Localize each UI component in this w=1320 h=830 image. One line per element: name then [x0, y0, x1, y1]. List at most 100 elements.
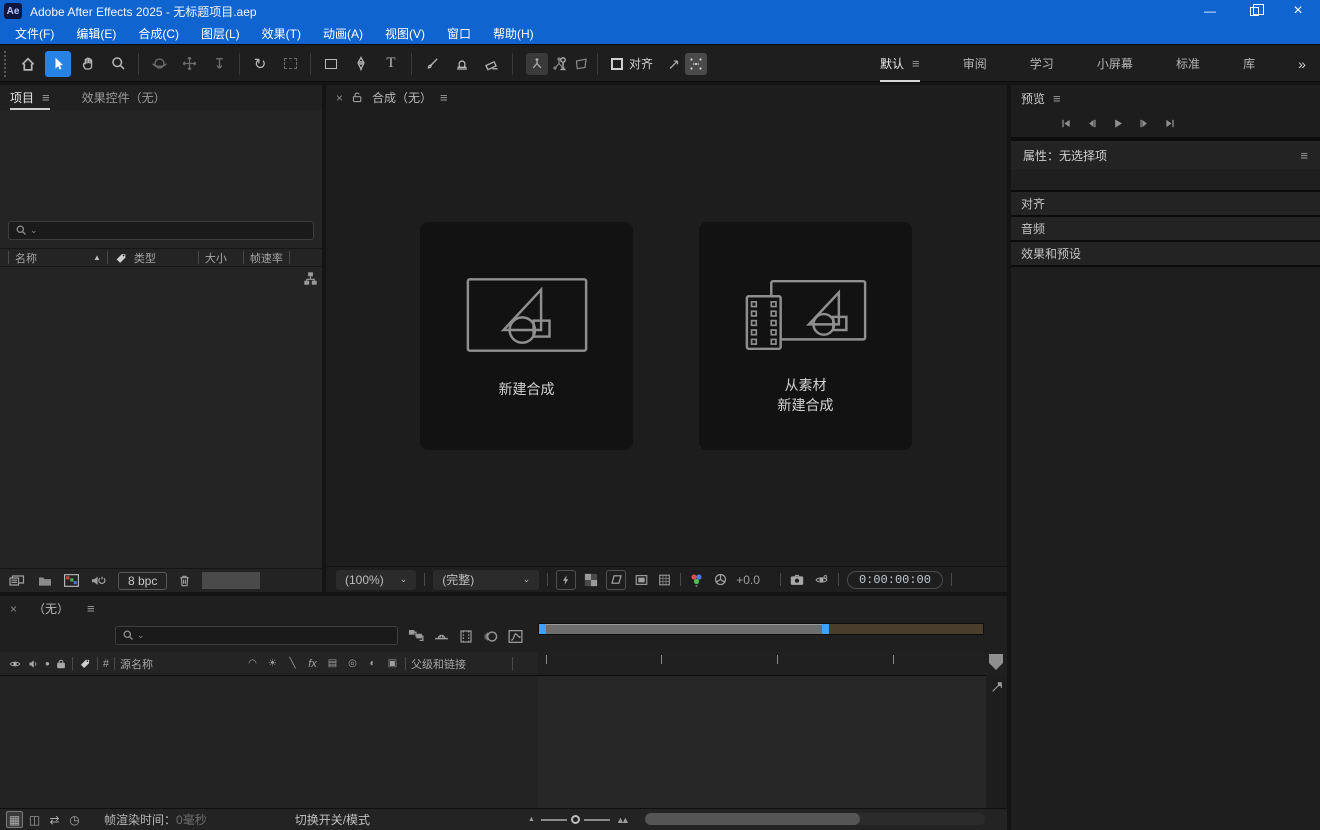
- rotation-tool[interactable]: ↻: [247, 51, 273, 77]
- timeline-search[interactable]: ⌄: [115, 626, 398, 645]
- motion-blur-icon[interactable]: [482, 628, 499, 645]
- play-button[interactable]: [1107, 115, 1129, 133]
- tab-composition[interactable]: 合成（无）: [372, 89, 432, 106]
- zoom-tool[interactable]: [105, 51, 131, 77]
- timeline-track-area[interactable]: [538, 676, 986, 808]
- menu-file[interactable]: 文件(F): [4, 22, 65, 44]
- align-panel-header[interactable]: 对齐: [1011, 192, 1320, 217]
- zoom-slider-knob[interactable]: [571, 815, 580, 824]
- audio-panel-header[interactable]: 音频: [1011, 217, 1320, 242]
- transparency-grid-button[interactable]: [584, 573, 598, 587]
- shy-switch-icon[interactable]: ◠: [245, 658, 260, 669]
- cube-3d-icon[interactable]: ▣: [385, 658, 400, 669]
- collapse-transformations-icon[interactable]: ☀: [265, 658, 280, 669]
- brush-tool[interactable]: [419, 51, 445, 77]
- world-axis-mode-button[interactable]: [548, 53, 570, 75]
- workspace-tab-learn[interactable]: 学习: [1030, 45, 1054, 82]
- work-area-end-handle[interactable]: [822, 624, 829, 634]
- current-time-display[interactable]: 0:00:00:00: [847, 571, 943, 589]
- orbit-camera-tool[interactable]: [146, 51, 172, 77]
- workspace-tab-libraries[interactable]: 库: [1243, 45, 1255, 82]
- add-marker-icon[interactable]: [986, 680, 1007, 694]
- timeline-menu-icon[interactable]: ≡: [87, 601, 95, 616]
- layer-switches-pane-icon[interactable]: ▦: [6, 811, 23, 828]
- shy-icon[interactable]: [433, 628, 450, 645]
- first-frame-button[interactable]: [1055, 115, 1077, 133]
- camera-tool[interactable]: [277, 51, 303, 77]
- workspace-tab-small-screen[interactable]: 小屏幕: [1097, 45, 1133, 82]
- lock-icon[interactable]: [55, 658, 67, 670]
- menu-help[interactable]: 帮助(H): [482, 22, 545, 44]
- show-snapshot-eye-icon[interactable]: [813, 573, 830, 587]
- exposure-value[interactable]: +0.0: [736, 573, 760, 587]
- column-type[interactable]: 类型: [134, 250, 192, 266]
- work-area-region[interactable]: [546, 624, 822, 634]
- selection-tool[interactable]: [45, 51, 71, 77]
- timeline-tab[interactable]: （无）: [33, 600, 69, 617]
- mini-flowchart-icon[interactable]: [408, 628, 425, 645]
- new-composition-icon[interactable]: [63, 573, 80, 588]
- column-number[interactable]: #: [103, 658, 109, 670]
- in-out-pane-icon[interactable]: ⇄: [46, 811, 63, 828]
- fast-preview-button[interactable]: [556, 570, 576, 590]
- comp-marker-bin-icon[interactable]: [988, 653, 1004, 671]
- effects-presets-panel-header[interactable]: 效果和预设: [1011, 242, 1320, 267]
- menu-edit[interactable]: 编辑(E): [65, 22, 127, 44]
- comp-panel-menu-icon[interactable]: ≡: [440, 90, 448, 105]
- close-button[interactable]: ×: [1276, 0, 1320, 22]
- new-folder-icon[interactable]: [37, 573, 53, 589]
- dolly-camera-tool[interactable]: [206, 51, 232, 77]
- new-composition-card[interactable]: 新建合成: [420, 222, 633, 450]
- menu-composition[interactable]: 合成(C): [127, 22, 190, 44]
- quality-icon[interactable]: ╲: [285, 658, 300, 669]
- time-ruler[interactable]: [538, 652, 986, 676]
- magnification-dropdown[interactable]: (100%) ⌄: [336, 570, 416, 590]
- solo-icon[interactable]: ●: [45, 659, 50, 668]
- adjustment-layer-icon[interactable]: ◐: [365, 658, 380, 669]
- workspace-tab-standard[interactable]: 标准: [1176, 45, 1200, 82]
- local-axis-mode-button[interactable]: [526, 53, 548, 75]
- comp-tab-close-icon[interactable]: ×: [336, 91, 343, 105]
- exposure-shutter-icon[interactable]: [713, 572, 728, 587]
- snapshot-camera-icon[interactable]: [789, 573, 805, 587]
- mask-visibility-button[interactable]: [606, 570, 626, 590]
- menu-window[interactable]: 窗口: [436, 22, 482, 44]
- toolbar-grip[interactable]: [4, 51, 7, 77]
- video-eye-icon[interactable]: [8, 658, 22, 670]
- project-search[interactable]: ⌄: [8, 221, 314, 240]
- pen-tool[interactable]: [348, 51, 374, 77]
- column-size[interactable]: 大小: [205, 250, 237, 266]
- work-area-outside-region[interactable]: [829, 624, 983, 634]
- rectangle-tool[interactable]: [318, 51, 344, 77]
- menu-view[interactable]: 视图(V): [374, 22, 436, 44]
- frame-blend-switch-icon[interactable]: ▤: [325, 658, 340, 669]
- view-axis-mode-button[interactable]: [570, 53, 592, 75]
- workspace-overflow-button[interactable]: »: [1298, 45, 1306, 82]
- transfer-controls-pane-icon[interactable]: ◫: [26, 811, 43, 828]
- render-time-pane-icon[interactable]: ◷: [66, 811, 83, 828]
- next-frame-button[interactable]: [1133, 115, 1155, 133]
- bit-depth-button[interactable]: 8 bpc: [118, 572, 167, 590]
- column-name[interactable]: 名称: [15, 250, 87, 266]
- zoom-out-mountain-icon[interactable]: ▲: [528, 816, 535, 823]
- sort-ascending-icon[interactable]: ▲: [93, 253, 101, 262]
- column-framerate[interactable]: 帧速率: [250, 250, 283, 266]
- project-search-input[interactable]: [40, 224, 307, 238]
- channel-rgb-button[interactable]: [689, 573, 705, 587]
- project-settings-icon[interactable]: [90, 573, 108, 589]
- eraser-tool[interactable]: [479, 51, 505, 77]
- restore-button[interactable]: [1232, 0, 1276, 22]
- unlock-icon[interactable]: [351, 91, 364, 104]
- type-tool[interactable]: T: [378, 51, 404, 77]
- workspace-tab-default[interactable]: 默认 ≡: [880, 45, 920, 82]
- hand-tool[interactable]: [75, 51, 101, 77]
- workspace-menu-icon[interactable]: ≡: [912, 56, 920, 71]
- work-area-start-handle[interactable]: [539, 624, 546, 634]
- workspace-tab-review[interactable]: 审阅: [963, 45, 987, 82]
- project-panel-menu-icon[interactable]: ≡: [42, 90, 50, 105]
- timeline-hscroll-thumb[interactable]: [645, 813, 860, 825]
- menu-animation[interactable]: 动画(A): [312, 22, 374, 44]
- properties-panel-header[interactable]: 属性：无选择项 ≡: [1011, 141, 1320, 169]
- tab-project[interactable]: 项目 ≡: [10, 85, 50, 110]
- fx-icon[interactable]: fx: [305, 658, 320, 670]
